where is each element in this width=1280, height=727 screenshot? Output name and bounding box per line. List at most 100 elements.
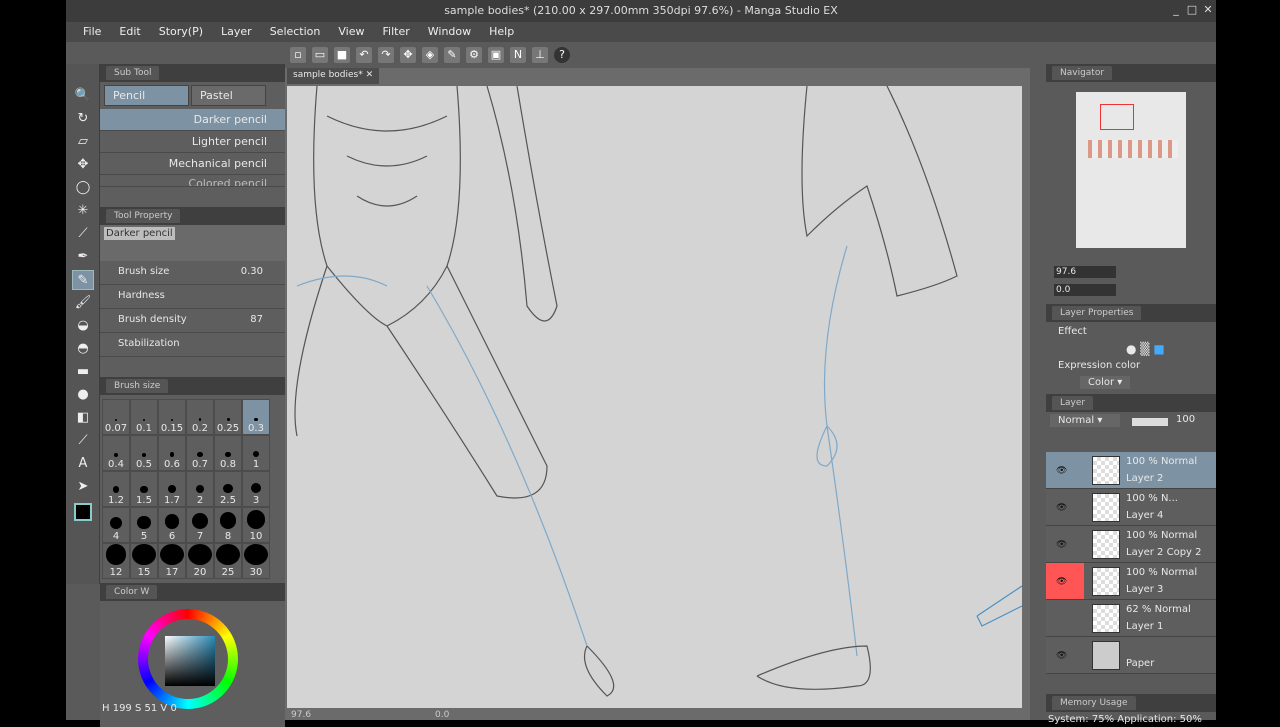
brush-size-option[interactable]: 7 xyxy=(186,507,214,543)
eraser-icon[interactable]: ▬ xyxy=(72,362,94,382)
brush-tool-icon[interactable]: 🖌 xyxy=(72,293,94,313)
canvas-rotation-readout[interactable]: 0.0 xyxy=(435,710,449,720)
sub-tool-tab[interactable]: Sub Tool xyxy=(106,66,160,80)
save-icon[interactable]: ■ xyxy=(334,47,350,63)
lasso-tool-icon[interactable]: ◯ xyxy=(72,178,94,198)
brush-size-option[interactable]: 0.8 xyxy=(214,435,242,471)
brush-size-option[interactable]: 1 xyxy=(242,435,270,471)
layer-row[interactable]: 👁 100 % Normal Layer 3 xyxy=(1046,563,1216,600)
pen-icon[interactable]: ✎ xyxy=(444,47,460,63)
fill-icon[interactable]: ◈ xyxy=(422,47,438,63)
visibility-eye-icon[interactable]: 👁 xyxy=(1056,540,1067,550)
blend-mode-dropdown[interactable]: Normal ▾ xyxy=(1050,414,1120,427)
menu-story[interactable]: Story(P) xyxy=(150,22,212,42)
eyedropper-icon[interactable]: ⟋ xyxy=(72,224,94,244)
gradient-icon[interactable]: ◧ xyxy=(72,408,94,428)
pencil-tool-icon[interactable]: ✎ xyxy=(72,270,94,290)
brush-size-option[interactable]: 0.5 xyxy=(130,435,158,471)
navigator-rotation[interactable]: 0.0 xyxy=(1054,284,1116,296)
main-color-swatch[interactable] xyxy=(74,503,92,521)
brush-size-option[interactable]: 6 xyxy=(158,507,186,543)
snap-icon[interactable]: ⊥ xyxy=(532,47,548,63)
drawing-canvas[interactable] xyxy=(287,86,1022,708)
menu-filter[interactable]: Filter xyxy=(374,22,419,42)
undo-icon[interactable]: ↶ xyxy=(356,47,372,63)
brush-darker-pencil[interactable]: Darker pencil xyxy=(100,109,285,131)
menu-help[interactable]: Help xyxy=(480,22,523,42)
visibility-eye-icon[interactable]: 👁 xyxy=(1056,577,1067,587)
menu-selection[interactable]: Selection xyxy=(261,22,330,42)
brush-size-value[interactable]: 0.30 xyxy=(241,261,263,283)
navigator-zoom[interactable]: 97.6 xyxy=(1054,266,1116,278)
opacity-slider[interactable] xyxy=(1132,418,1168,426)
menu-file[interactable]: File xyxy=(74,22,110,42)
redo-icon[interactable]: ↷ xyxy=(378,47,394,63)
brush-size-option[interactable]: 5 xyxy=(130,507,158,543)
brush-size-option[interactable]: 2 xyxy=(186,471,214,507)
rotate-tool-icon[interactable]: ↻ xyxy=(72,109,94,129)
open-icon[interactable]: ▭ xyxy=(312,47,328,63)
close-icon[interactable]: ✕ xyxy=(1202,4,1214,16)
layer-row[interactable]: 👁 Paper xyxy=(1046,637,1216,674)
brush-size-option[interactable]: 0.1 xyxy=(130,399,158,435)
menu-window[interactable]: Window xyxy=(419,22,480,42)
document-tab[interactable]: sample bodies* ✕ xyxy=(287,68,380,84)
stabilization-row[interactable]: Stabilization xyxy=(100,333,285,357)
brush-size-option[interactable]: 0.7 xyxy=(186,435,214,471)
brush-size-option[interactable]: 0.15 xyxy=(158,399,186,435)
expression-color-dropdown[interactable]: Color ▾ xyxy=(1080,376,1131,389)
brush-size-option[interactable]: 2.5 xyxy=(214,471,242,507)
brush-size-option[interactable]: 0.07 xyxy=(102,399,130,435)
tool-property-tab[interactable]: Tool Property xyxy=(106,209,181,223)
airbrush-icon[interactable]: ◒ xyxy=(72,316,94,336)
brush-size-option[interactable]: 0.3 xyxy=(242,399,270,435)
layer-tab[interactable]: Layer xyxy=(1052,396,1094,410)
brush-size-option[interactable]: 20 xyxy=(186,543,214,579)
brush-size-option[interactable]: 0.25 xyxy=(214,399,242,435)
magic-wand-icon[interactable]: ✳ xyxy=(72,201,94,221)
brush-mechanical-pencil[interactable]: Mechanical pencil xyxy=(100,153,285,175)
menu-edit[interactable]: Edit xyxy=(110,22,149,42)
brush-size-option[interactable]: 1.7 xyxy=(158,471,186,507)
maximize-icon[interactable]: □ xyxy=(1186,4,1198,16)
brush-size-row[interactable]: Brush size 0.30 xyxy=(100,261,285,285)
brush-size-option[interactable]: 1.5 xyxy=(130,471,158,507)
fill-tool-icon[interactable]: ● xyxy=(72,385,94,405)
brush-size-option[interactable]: 4 xyxy=(102,507,130,543)
group-pastel[interactable]: Pastel xyxy=(191,85,266,106)
decoration-icon[interactable]: ◓ xyxy=(72,339,94,359)
density-row[interactable]: Brush density 87 xyxy=(100,309,285,333)
brush-size-option[interactable]: 17 xyxy=(158,543,186,579)
visibility-eye-icon[interactable]: 👁 xyxy=(1056,651,1067,661)
move-tool-icon[interactable]: ✥ xyxy=(72,155,94,175)
navigator-preview[interactable] xyxy=(1076,92,1186,248)
brush-size-option[interactable]: 30 xyxy=(242,543,270,579)
minimize-icon[interactable]: _ xyxy=(1170,4,1182,16)
brush-size-option[interactable]: 1.2 xyxy=(102,471,130,507)
brush-size-option[interactable]: 0.2 xyxy=(186,399,214,435)
navigator-tab[interactable]: Navigator xyxy=(1052,66,1113,80)
brush-size-tab[interactable]: Brush size xyxy=(106,379,169,393)
brush-size-option[interactable]: 3 xyxy=(242,471,270,507)
new-icon[interactable]: ▫ xyxy=(290,47,306,63)
layer-row[interactable]: 👁 100 % N... Layer 4 xyxy=(1046,489,1216,526)
text-tool-icon[interactable]: A xyxy=(72,454,94,474)
density-value[interactable]: 87 xyxy=(250,309,263,331)
brush-size-option[interactable]: 0.4 xyxy=(102,435,130,471)
opacity-value[interactable]: 100 xyxy=(1176,414,1195,425)
brush-size-option[interactable]: 8 xyxy=(214,507,242,543)
select-all-icon[interactable]: ▣ xyxy=(488,47,504,63)
canvas-zoom-readout[interactable]: 97.6 xyxy=(291,710,311,720)
help-icon[interactable]: ? xyxy=(554,47,570,63)
pen-tool-icon[interactable]: ✒ xyxy=(72,247,94,267)
transform-icon[interactable]: ✥ xyxy=(400,47,416,63)
ruler-icon[interactable]: N xyxy=(510,47,526,63)
brush-size-option[interactable]: 25 xyxy=(214,543,242,579)
brush-size-option[interactable]: 0.6 xyxy=(158,435,186,471)
brush-size-option[interactable]: 12 xyxy=(102,543,130,579)
saturation-value-square[interactable] xyxy=(165,636,215,686)
ruler-tool-icon[interactable]: ⟋ xyxy=(72,431,94,451)
menu-view[interactable]: View xyxy=(329,22,373,42)
layer-properties-tab[interactable]: Layer Properties xyxy=(1052,306,1142,320)
visibility-eye-icon[interactable]: 👁 xyxy=(1056,503,1067,513)
